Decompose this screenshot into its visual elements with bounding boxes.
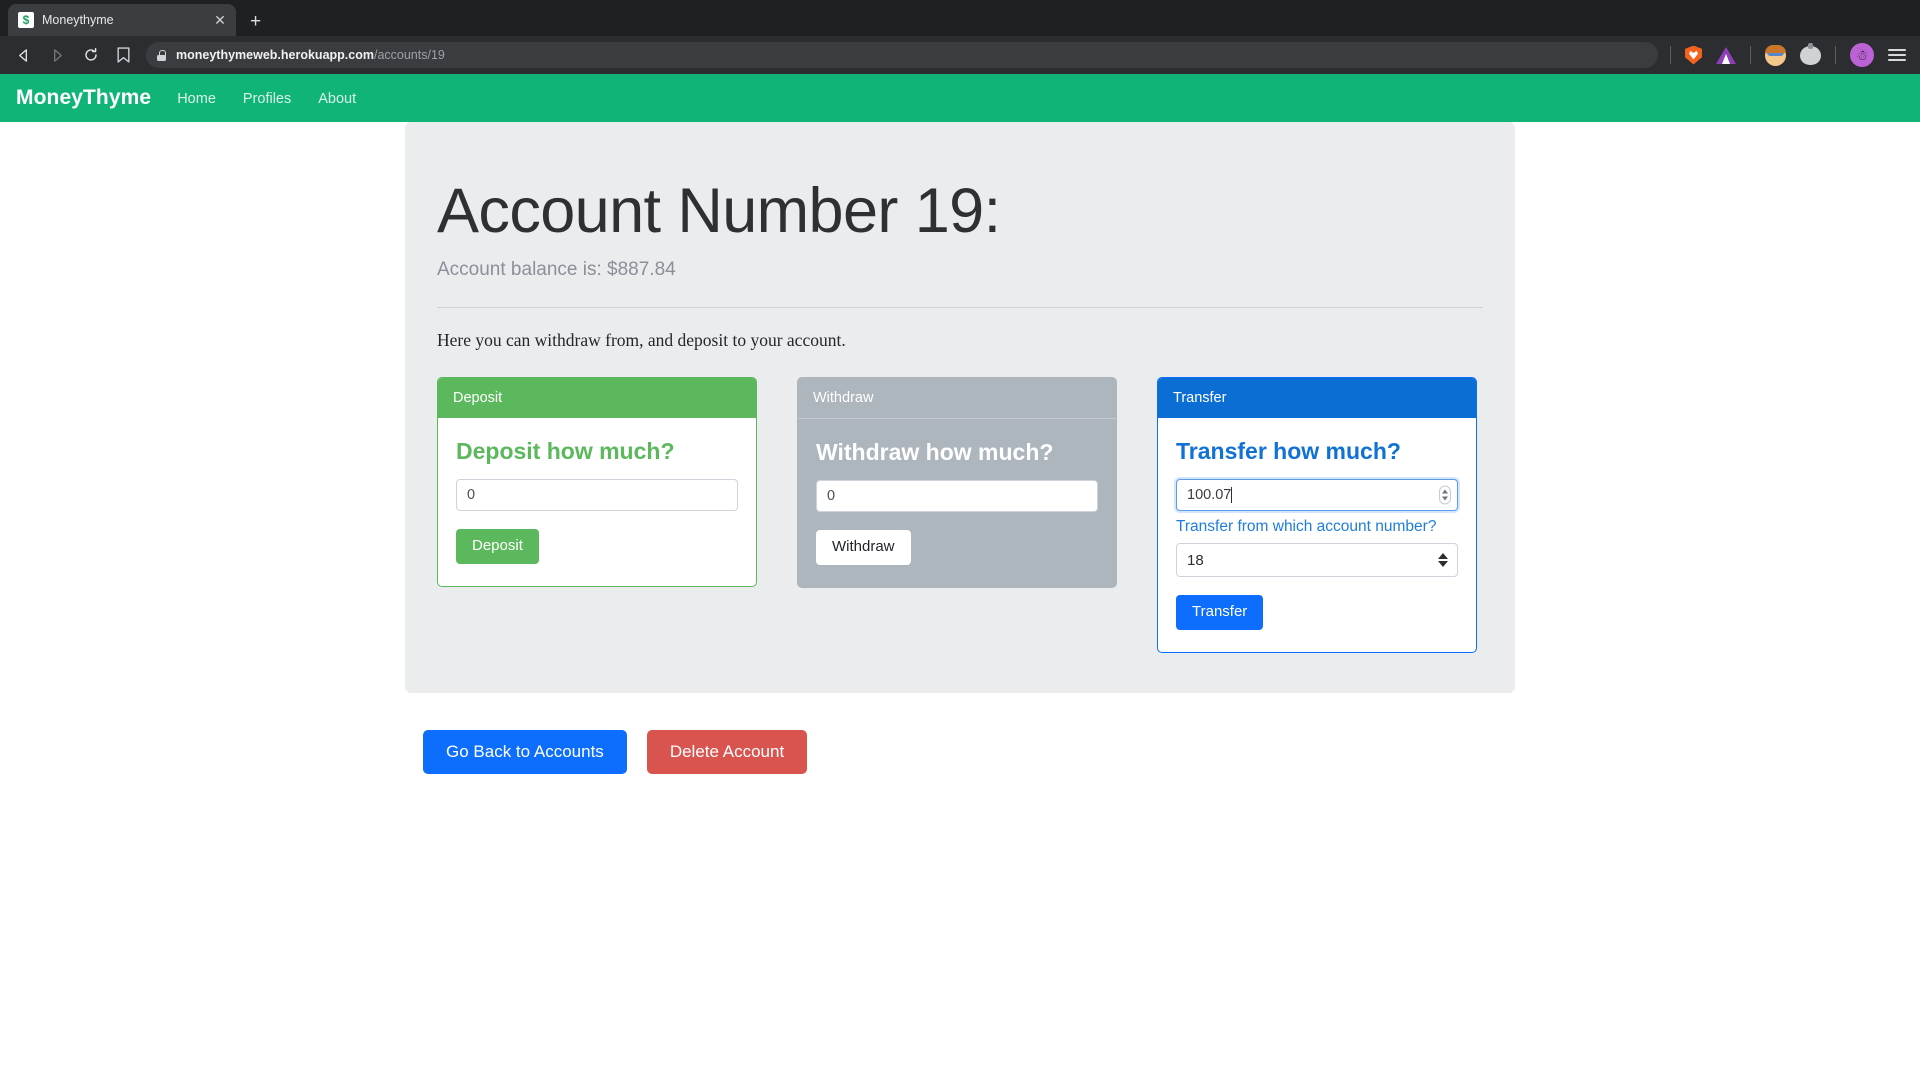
account-balance: Account balance is: $887.84 <box>437 259 1483 281</box>
url-path: /accounts/19 <box>374 48 445 62</box>
divider <box>437 307 1483 308</box>
bookmark-icon[interactable] <box>114 47 132 63</box>
dollar-favicon: $ <box>18 12 34 28</box>
forward-arrow-icon[interactable] <box>46 44 68 66</box>
withdraw-card: Withdraw Withdraw how much? Withdraw <box>797 377 1117 588</box>
transfer-amount-field <box>1176 479 1458 511</box>
site-navbar: MoneyThyme Home Profiles About <box>0 74 1920 122</box>
number-spinner[interactable] <box>1439 486 1451 505</box>
nav-link-home[interactable]: Home <box>177 91 216 107</box>
brave-shield-icon[interactable] <box>1685 46 1702 65</box>
withdraw-button[interactable]: Withdraw <box>816 530 911 565</box>
withdraw-amount-input[interactable] <box>816 480 1098 512</box>
lock-icon <box>156 50 167 61</box>
page-title: Account Number 19: <box>437 178 1483 244</box>
browser-toolbar: moneythymeweb.herokuapp.com/accounts/19 … <box>0 36 1920 74</box>
deposit-card: Deposit Deposit how much? Deposit <box>437 377 757 587</box>
hamburger-menu-icon[interactable] <box>1888 49 1906 61</box>
spinner-down-icon[interactable] <box>1442 497 1448 501</box>
back-arrow-icon[interactable] <box>12 44 34 66</box>
deposit-heading: Deposit how much? <box>456 438 738 465</box>
toolbar-divider-2 <box>1750 46 1751 64</box>
withdraw-card-body: Withdraw how much? Withdraw <box>798 419 1116 587</box>
transfer-amount-input[interactable] <box>1176 479 1458 511</box>
tab-title: Moneythyme <box>42 13 204 27</box>
nav-link-about[interactable]: About <box>318 91 356 107</box>
spinner-up-icon[interactable] <box>1442 490 1448 494</box>
transfer-card-header: Transfer <box>1158 378 1476 418</box>
toolbar-divider-3 <box>1835 46 1836 64</box>
deposit-button[interactable]: Deposit <box>456 529 539 564</box>
action-cards: Deposit Deposit how much? Deposit Withdr… <box>437 377 1483 653</box>
browser-tab[interactable]: $ Moneythyme ✕ <box>8 4 236 36</box>
profile-avatar-icon[interactable]: ☃ <box>1850 43 1874 67</box>
deposit-card-header: Deposit <box>438 378 756 418</box>
brand-logo[interactable]: MoneyThyme <box>16 86 151 110</box>
browser-tab-strip: $ Moneythyme ✕ + <box>0 0 1920 36</box>
browser-window: $ Moneythyme ✕ + moneythymeweb.herokuapp… <box>0 0 1920 1080</box>
go-back-to-accounts-button[interactable]: Go Back to Accounts <box>423 730 627 775</box>
delete-account-button[interactable]: Delete Account <box>647 730 807 775</box>
close-icon[interactable]: ✕ <box>212 13 228 27</box>
account-panel: Account Number 19: Account balance is: $… <box>405 122 1515 693</box>
transfer-account-label: Transfer from which account number? <box>1176 518 1458 536</box>
withdraw-card-header: Withdraw <box>798 378 1116 419</box>
footer-actions: Go Back to Accounts Delete Account <box>405 730 1515 775</box>
plus-icon[interactable]: + <box>250 12 261 31</box>
face-icon[interactable] <box>1765 45 1786 66</box>
withdraw-heading: Withdraw how much? <box>816 439 1098 466</box>
reload-icon[interactable] <box>80 44 102 66</box>
address-bar[interactable]: moneythymeweb.herokuapp.com/accounts/19 <box>146 42 1658 68</box>
transfer-account-field: 18 <box>1176 543 1458 577</box>
transfer-heading: Transfer how much? <box>1176 438 1458 465</box>
lead-text: Here you can withdraw from, and deposit … <box>437 330 1483 351</box>
toolbar-divider <box>1670 46 1671 64</box>
transfer-account-select[interactable]: 18 <box>1176 543 1458 577</box>
transfer-button[interactable]: Transfer <box>1176 595 1263 630</box>
transfer-card-body: Transfer how much? Transfer from which a… <box>1158 418 1476 652</box>
page-viewport: MoneyThyme Home Profiles About Account N… <box>0 74 1920 1080</box>
tomato-icon[interactable] <box>1800 46 1821 65</box>
navbar-links: Home Profiles About <box>177 89 356 107</box>
url-text: moneythymeweb.herokuapp.com/accounts/19 <box>176 48 445 62</box>
transfer-card: Transfer Transfer how much? Transfer fro <box>1157 377 1477 653</box>
deposit-amount-input[interactable] <box>456 479 738 511</box>
deposit-card-body: Deposit how much? Deposit <box>438 418 756 586</box>
page-content: Account Number 19: Account balance is: $… <box>0 122 1920 774</box>
transfer-account-value: 18 <box>1187 552 1204 569</box>
url-domain: moneythymeweb.herokuapp.com <box>176 48 374 62</box>
nav-link-profiles[interactable]: Profiles <box>243 91 291 107</box>
select-updown-icon <box>1438 553 1448 567</box>
triangle-extension-icon[interactable] <box>1716 47 1736 64</box>
